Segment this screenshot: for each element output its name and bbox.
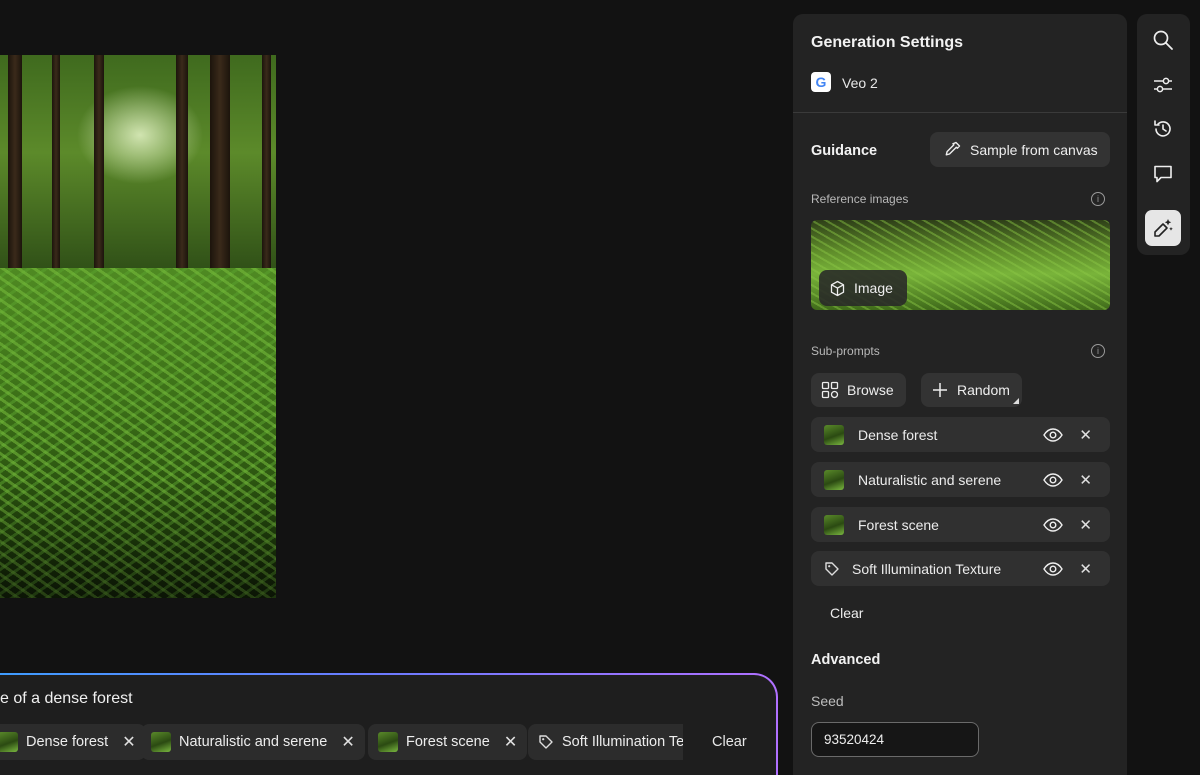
chip-thumbnail	[378, 732, 398, 752]
remove-subprompt-icon[interactable]: ✕	[1079, 426, 1092, 444]
subprompt-thumbnail	[824, 424, 844, 445]
search-icon[interactable]	[1145, 22, 1181, 58]
visibility-eye-icon[interactable]	[1043, 517, 1064, 532]
tag-icon	[538, 734, 554, 750]
visibility-eye-icon[interactable]	[1043, 427, 1064, 442]
browse-button[interactable]: Browse	[811, 373, 906, 407]
sample-button-label: Sample from canvas	[970, 141, 1098, 158]
eyedropper-icon	[942, 140, 962, 160]
random-label: Random	[957, 382, 1010, 398]
chip-label: Naturalistic and serene	[179, 734, 328, 750]
seed-label: Seed	[811, 693, 844, 709]
subprompt-row-forest-scene[interactable]: Forest scene ✕	[811, 507, 1110, 542]
subprompt-row-soft-illumination[interactable]: Soft Illumination Texture ✕	[811, 551, 1110, 586]
subprompt-label: Soft Illumination Texture	[852, 560, 1002, 577]
clear-prompt-button[interactable]: Clear	[712, 734, 747, 750]
google-logo-icon: G	[811, 72, 831, 92]
generation-settings-panel: Generation Settings G Veo 2 Guidance Sam…	[793, 14, 1127, 775]
prompt-chip-dense-forest[interactable]: Dense forest ✕	[0, 724, 146, 760]
prompt-text[interactable]: e of a dense forest	[0, 690, 133, 708]
subprompt-row-naturalistic[interactable]: Naturalistic and serene ✕	[811, 462, 1110, 497]
sub-prompts-label: Sub-prompts	[811, 344, 880, 358]
prompt-chip-soft-illumination[interactable]: Soft Illumination Te	[528, 724, 683, 760]
subprompt-label: Forest scene	[858, 516, 939, 533]
fern-shadow	[0, 478, 276, 598]
seed-input[interactable]	[811, 722, 979, 757]
reference-image-tag[interactable]: Image	[819, 270, 907, 306]
history-icon[interactable]	[1145, 111, 1181, 147]
subprompt-thumbnail	[824, 469, 844, 490]
clear-subprompts-button[interactable]: Clear	[830, 605, 863, 621]
info-icon[interactable]: i	[1091, 344, 1105, 358]
advanced-heading: Advanced	[811, 652, 881, 668]
remove-chip-icon[interactable]: ✕	[504, 732, 517, 752]
remove-subprompt-icon[interactable]: ✕	[1079, 560, 1092, 578]
panel-title: Generation Settings	[811, 34, 964, 51]
chip-thumbnail	[0, 732, 18, 752]
remove-chip-icon[interactable]: ✕	[341, 732, 354, 752]
info-icon[interactable]: i	[1091, 192, 1105, 206]
reference-tag-label: Image	[854, 280, 893, 296]
chip-label: Forest scene	[406, 734, 490, 750]
random-button[interactable]: Random	[921, 373, 1022, 407]
dropdown-corner-icon	[1012, 398, 1019, 404]
tag-icon	[824, 561, 840, 577]
visibility-eye-icon[interactable]	[1043, 561, 1064, 576]
chip-label: Dense forest	[26, 734, 109, 750]
remove-chip-icon[interactable]: ✕	[122, 732, 135, 752]
generate-icon[interactable]	[1145, 210, 1181, 246]
comment-icon[interactable]	[1145, 156, 1181, 192]
subprompt-label: Naturalistic and serene	[858, 471, 1002, 488]
sliders-icon[interactable]	[1145, 67, 1181, 103]
remove-subprompt-icon[interactable]: ✕	[1079, 516, 1092, 534]
grid-icon	[821, 381, 839, 399]
sample-from-canvas-button[interactable]: Sample from canvas	[930, 132, 1110, 167]
canvas-image[interactable]	[0, 55, 276, 598]
plus-icon	[931, 381, 949, 399]
subprompt-label: Dense forest	[858, 426, 938, 443]
right-toolbar	[1137, 14, 1190, 255]
subprompt-row-dense-forest[interactable]: Dense forest ✕	[811, 417, 1110, 452]
subprompt-thumbnail	[824, 514, 844, 535]
browse-label: Browse	[847, 382, 894, 398]
remove-subprompt-icon[interactable]: ✕	[1079, 471, 1092, 489]
prompt-chip-forest-scene[interactable]: Forest scene ✕	[368, 724, 528, 760]
chip-thumbnail	[151, 732, 171, 752]
visibility-eye-icon[interactable]	[1043, 472, 1064, 487]
prompt-chip-naturalistic[interactable]: Naturalistic and serene ✕	[141, 724, 365, 760]
model-name[interactable]: Veo 2	[842, 75, 878, 91]
guidance-heading: Guidance	[811, 143, 878, 159]
reference-images-label: Reference images	[811, 192, 909, 206]
chip-label: Soft Illumination Te	[562, 734, 683, 750]
cube-icon	[829, 280, 846, 297]
divider	[793, 112, 1127, 113]
